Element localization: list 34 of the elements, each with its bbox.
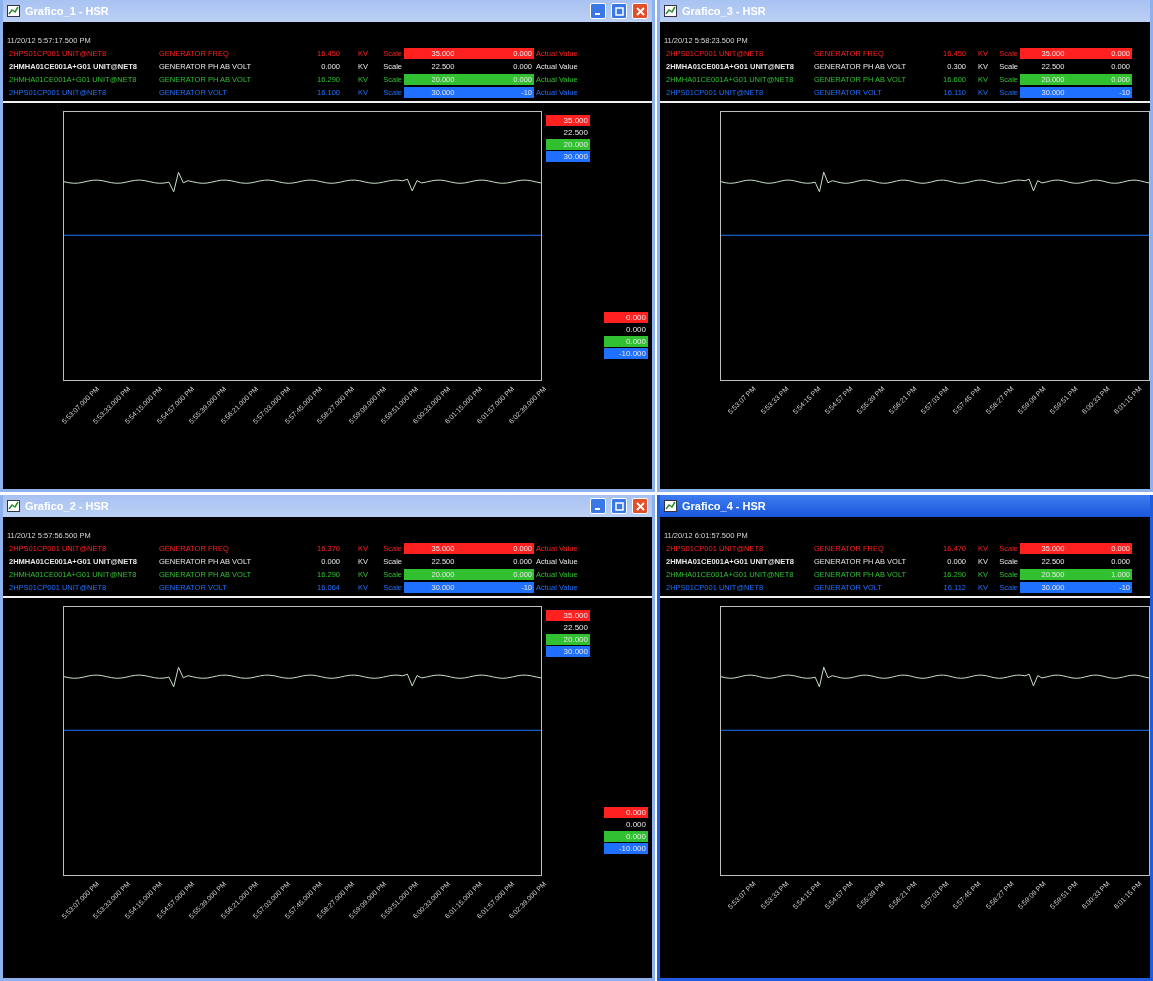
legend-max: 35.000 (546, 115, 590, 126)
close-icon (635, 501, 645, 511)
legend-min: 0.000 (624, 324, 647, 335)
chart-icon (7, 500, 20, 512)
legend-min: 0.000 (604, 312, 648, 323)
window-title: Grafico_4 - HSR (682, 500, 767, 512)
legend-max: 35.000 (546, 610, 590, 621)
chart-icon (7, 5, 20, 17)
legend-min: 0.000 (624, 819, 647, 830)
window-title: Grafico_1 - HSR (25, 5, 110, 17)
legend-min: -10.000 (604, 348, 648, 359)
legend-min: 0.000 (604, 336, 648, 347)
legend-max: 20.000 (546, 634, 590, 645)
legend-max: 20.000 (546, 139, 590, 150)
minimize-button[interactable] (590, 3, 606, 19)
maximize-button[interactable] (611, 3, 627, 19)
chart-icon (664, 5, 677, 17)
maximize-icon (614, 501, 624, 511)
close-button[interactable] (632, 3, 648, 19)
legend-max: 30.000 (546, 646, 590, 657)
window-title: Grafico_3 - HSR (682, 5, 767, 17)
close-icon (635, 6, 645, 16)
legend-max: 22.500 (562, 127, 589, 138)
legend-min: 0.000 (604, 831, 648, 842)
maximize-icon (614, 6, 624, 16)
chart-icon (664, 500, 677, 512)
window-title: Grafico_2 - HSR (25, 500, 110, 512)
maximize-button[interactable] (611, 498, 627, 514)
legend-min: -10.000 (604, 843, 648, 854)
legend-min: 0.000 (604, 807, 648, 818)
close-button[interactable] (632, 498, 648, 514)
legend-max: 22.500 (562, 622, 589, 633)
legend-max: 30.000 (546, 151, 590, 162)
minimize-button[interactable] (590, 498, 606, 514)
